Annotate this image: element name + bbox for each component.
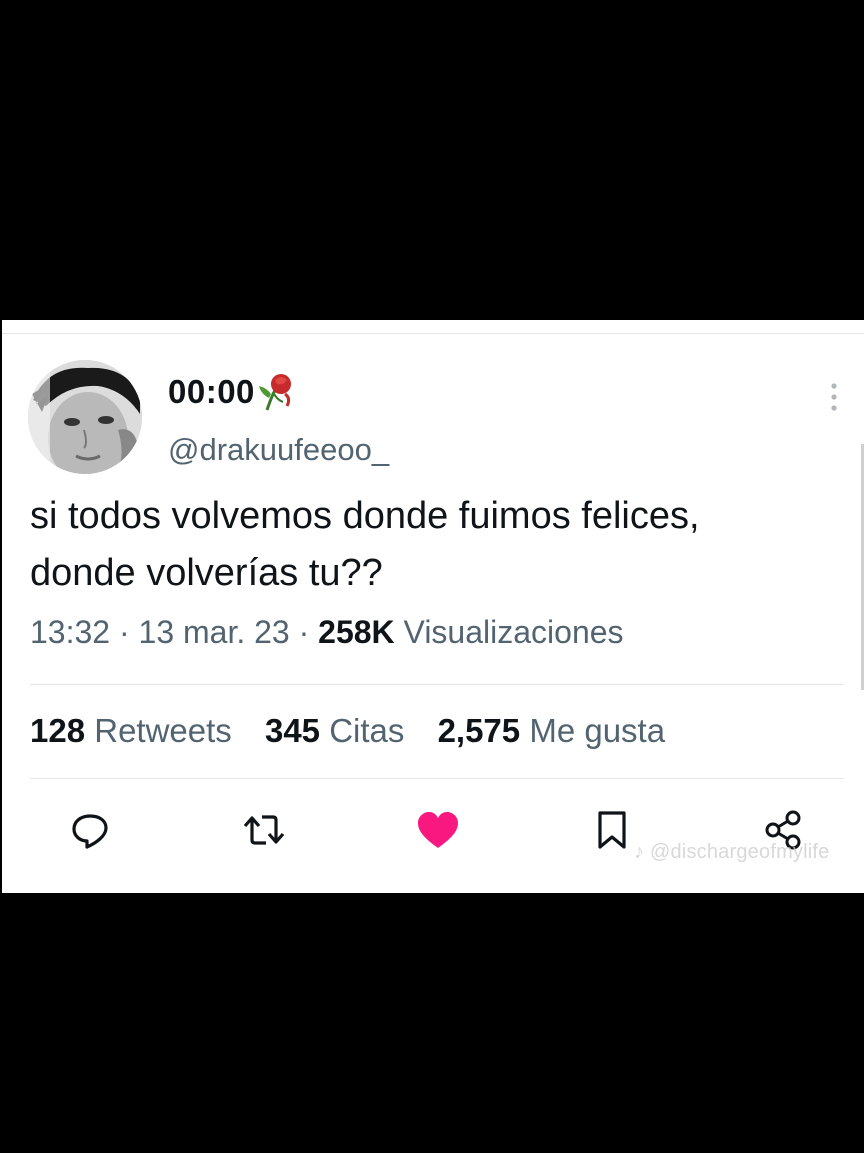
- avatar-image: [28, 360, 142, 474]
- views-label: Visualizaciones: [403, 614, 624, 650]
- tweet-time[interactable]: 13:32: [30, 614, 110, 650]
- quotes-stat[interactable]: 345 Citas: [265, 712, 404, 749]
- divider: [30, 778, 844, 779]
- tiktok-icon: ♪: [634, 841, 645, 863]
- heart-icon[interactable]: [416, 808, 460, 852]
- tweet-text-line: si todos volvemos donde fuimos felices,: [30, 495, 700, 537]
- views-count: 258K: [318, 614, 395, 650]
- divider: [30, 684, 844, 685]
- retweets-stat[interactable]: 128 Retweets: [30, 712, 232, 749]
- display-name-text: 00:00: [168, 373, 255, 410]
- quotes-count: 345: [264, 712, 321, 749]
- meta-separator: ·: [289, 614, 319, 650]
- likes-label: Me gusta: [529, 712, 666, 749]
- tweet-card: 00:00 @drakuufeeoo_ si todos volvemos do…: [2, 320, 864, 893]
- display-name[interactable]: 00:00: [168, 372, 295, 412]
- user-handle[interactable]: @drakuufeeoo_: [168, 432, 389, 468]
- wilted-rose-icon: [257, 372, 295, 412]
- tweet-text-line: donde volverías tu??: [30, 552, 383, 594]
- retweet-icon[interactable]: [242, 808, 286, 852]
- retweets-label: Retweets: [94, 712, 232, 749]
- quotes-label: Citas: [329, 712, 405, 749]
- watermark: ♪ @dischargeofmylife: [634, 841, 830, 864]
- likes-count: 2,575: [437, 712, 521, 749]
- watermark-text: @dischargeofmylife: [649, 841, 830, 863]
- more-options-icon[interactable]: [826, 380, 842, 416]
- bookmark-icon[interactable]: [590, 808, 634, 852]
- tweet-text: si todos volvemos donde fuimos felices, …: [30, 488, 850, 602]
- likes-stat[interactable]: 2,575 Me gusta: [438, 712, 666, 749]
- avatar[interactable]: [28, 360, 142, 474]
- tweet-stats: 128 Retweets 345 Citas 2,575 Me gusta: [30, 712, 689, 750]
- tweet-date[interactable]: 13 mar. 23: [139, 614, 290, 650]
- top-divider: [2, 333, 864, 334]
- reply-icon[interactable]: [68, 808, 112, 852]
- retweets-count: 128: [30, 712, 86, 749]
- meta-separator: ·: [110, 614, 139, 650]
- tweet-meta: 13:32 · 13 mar. 23 · 258K Visualizacione…: [30, 614, 624, 651]
